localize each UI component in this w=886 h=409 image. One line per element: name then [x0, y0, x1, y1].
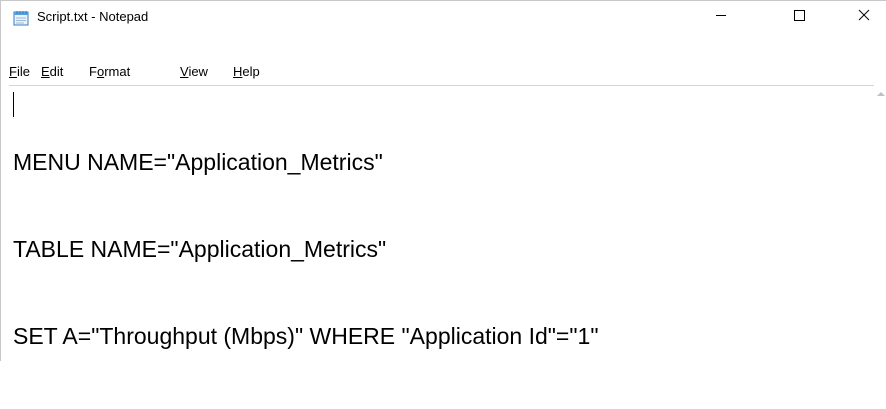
editor-line: SET A="Throughput (Mbps)" WHERE "Applica…	[13, 323, 599, 349]
notepad-window: Script.txt - Notepad File Edit Format Vi…	[0, 0, 886, 362]
notepad-icon	[13, 10, 30, 26]
menu-format[interactable]: Format	[89, 61, 130, 83]
close-icon	[858, 8, 870, 26]
scroll-up-arrow-icon[interactable]	[877, 92, 885, 96]
close-button[interactable]	[841, 1, 886, 33]
maximize-button[interactable]	[776, 1, 822, 33]
text-editor[interactable]: MENU NAME="Application_Metrics" TABLE NA…	[9, 85, 874, 362]
editor-line: MENU NAME="Application_Metrics"	[13, 149, 383, 175]
minimize-icon	[715, 8, 727, 26]
editor-content[interactable]: MENU NAME="Application_Metrics" TABLE NA…	[13, 90, 599, 409]
title-bar[interactable]: Script.txt - Notepad	[1, 1, 886, 33]
menu-help[interactable]: Help	[233, 61, 260, 83]
menu-bar: File Edit Format View Help	[1, 61, 886, 83]
vertical-scrollbar[interactable]	[874, 85, 886, 362]
editor-line: TABLE NAME="Application_Metrics"	[13, 236, 387, 262]
minimize-button[interactable]	[698, 1, 744, 33]
menu-edit[interactable]: Edit	[41, 61, 63, 83]
maximize-icon	[793, 8, 805, 26]
text-caret	[13, 92, 14, 117]
menu-file[interactable]: File	[9, 61, 30, 83]
window-title: Script.txt - Notepad	[37, 9, 149, 24]
menu-view[interactable]: View	[180, 61, 208, 83]
